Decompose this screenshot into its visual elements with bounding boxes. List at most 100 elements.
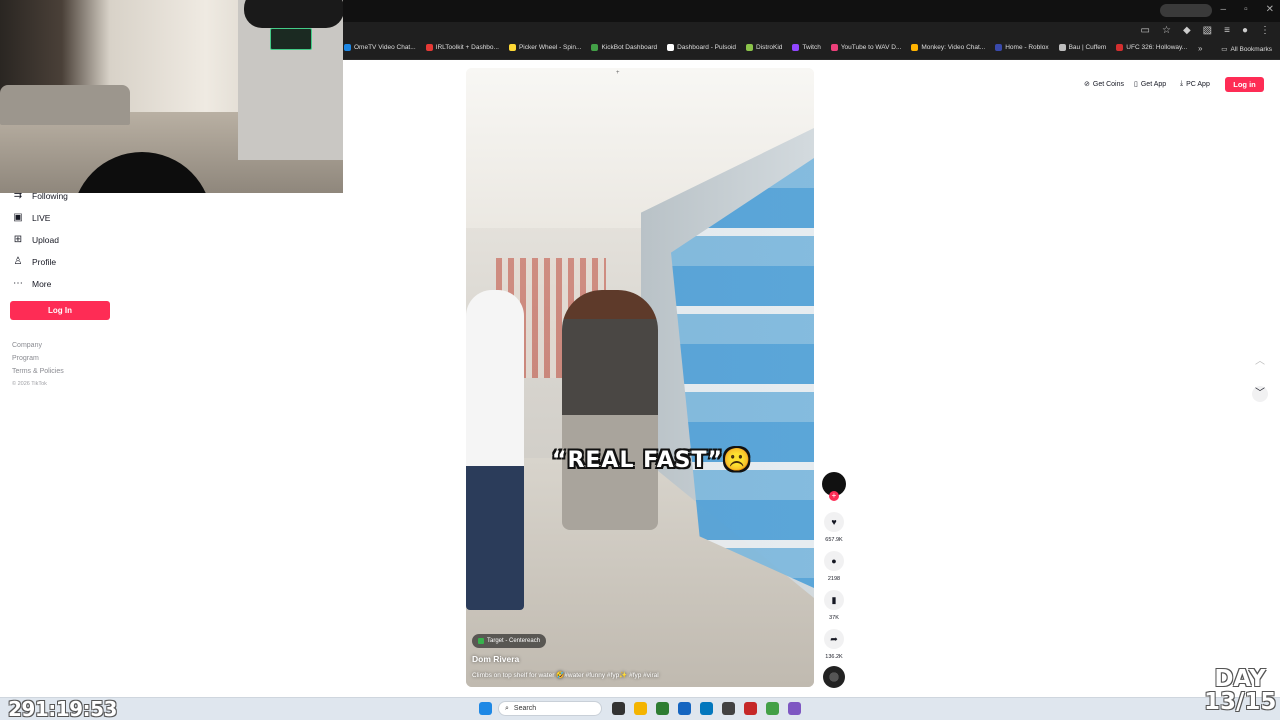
webcam-neon-sign bbox=[270, 28, 312, 50]
day-count: 13/15 bbox=[1204, 689, 1277, 715]
music-disc-avatar[interactable] bbox=[823, 666, 845, 688]
follow-plus-icon[interactable]: + bbox=[829, 491, 839, 501]
sidebar-item-label: More bbox=[32, 278, 52, 289]
puzzle-icon[interactable]: ▧ bbox=[1203, 25, 1212, 36]
bookmark-label: Bau | Cuffem bbox=[1068, 44, 1107, 51]
save-count: 37K bbox=[829, 615, 839, 621]
toolbar-icons: ▭ ☆ ◆ ▧ ≡ ● ⋮ bbox=[1141, 25, 1270, 36]
bookmark-favicon-icon bbox=[508, 44, 516, 51]
chrome-icon[interactable] bbox=[766, 702, 779, 715]
sidebar-item-live[interactable]: ▣ LIVE bbox=[12, 212, 50, 223]
footer-link[interactable]: Company bbox=[12, 342, 42, 349]
bookmark-favicon-icon bbox=[995, 44, 1003, 51]
sidebar-item-upload[interactable]: ⊞ Upload bbox=[12, 234, 59, 245]
video-caption-overlay: “REAL FAST”☹️ bbox=[552, 448, 752, 473]
windows-start-icon[interactable] bbox=[479, 702, 492, 715]
bookmark-icon: ▮ bbox=[831, 595, 837, 605]
maximize-icon[interactable]: ▫ bbox=[1244, 4, 1248, 15]
share-count: 136.2K bbox=[825, 654, 843, 660]
video-description: Climbs on top shelf for water 🤣#water #f… bbox=[472, 672, 659, 679]
video-player[interactable]: + “REAL FAST”☹️ Target - Centereach Dom … bbox=[466, 68, 814, 687]
bookmark-favicon-icon bbox=[667, 44, 675, 51]
bookmark-item[interactable]: YouTube to WAV D... bbox=[830, 44, 902, 51]
pc-app-label: PC App bbox=[1186, 80, 1210, 88]
heart-icon: ♥ bbox=[831, 517, 837, 527]
get-coins-button[interactable]: ⊘ Get Coins bbox=[1084, 80, 1124, 89]
webcam-overlay bbox=[0, 0, 343, 193]
taskbar-search[interactable]: ⌕ Search bbox=[498, 701, 602, 716]
more-icon: ⋯ bbox=[13, 278, 23, 289]
next-video-button[interactable]: ﹀ bbox=[1252, 386, 1268, 402]
copilot-icon[interactable] bbox=[634, 702, 647, 715]
copyright-text: © 2026 TikTok bbox=[12, 381, 47, 387]
sidebar-login-button[interactable]: Log In bbox=[10, 301, 110, 320]
previous-video-button[interactable]: ︿ bbox=[1252, 354, 1268, 370]
location-tag[interactable]: Target - Centereach bbox=[472, 634, 547, 648]
bookmark-favicon-icon bbox=[911, 44, 919, 51]
store-icon[interactable] bbox=[678, 702, 691, 715]
sidebar-item-label: Profile bbox=[32, 256, 57, 267]
app-red-icon[interactable] bbox=[744, 702, 757, 715]
bookmark-item[interactable]: Picker Wheel - Spin... bbox=[508, 44, 581, 51]
bookmark-item[interactable]: IRLToolkit + Dashbo... bbox=[425, 44, 499, 51]
profile-icon: ♙ bbox=[13, 256, 23, 267]
get-coins-label: Get Coins bbox=[1092, 80, 1124, 88]
avatar-icon[interactable]: ● bbox=[1242, 25, 1248, 36]
get-app-label: Get App bbox=[1140, 80, 1167, 88]
bookmark-item[interactable]: Twitch bbox=[792, 44, 821, 51]
footer-link[interactable]: Program bbox=[12, 355, 39, 362]
webcam-couch bbox=[0, 85, 130, 125]
mail-icon[interactable] bbox=[700, 702, 713, 715]
all-bookmarks-button[interactable]: ▭ All Bookmarks bbox=[1221, 45, 1272, 54]
close-icon[interactable]: ✕ bbox=[1266, 4, 1274, 15]
window-controls: – ▫ ✕ bbox=[1221, 4, 1275, 15]
bookmark-item[interactable]: UFC 326: Holloway... bbox=[1116, 44, 1187, 51]
browser-profile-pill[interactable] bbox=[1160, 4, 1212, 17]
extension-icon[interactable]: ◆ bbox=[1183, 25, 1191, 36]
bookmark-label: Twitch bbox=[802, 44, 821, 51]
sidebar-item-more[interactable]: ⋯ More bbox=[12, 278, 51, 289]
location-pin-icon bbox=[478, 638, 484, 644]
minimize-icon[interactable]: – bbox=[1221, 4, 1227, 15]
header-login-button[interactable]: Log in bbox=[1225, 77, 1264, 92]
bookmark-item[interactable]: Home - Roblox bbox=[995, 44, 1049, 51]
footer-link[interactable]: Terms & Policies bbox=[12, 368, 64, 375]
bookmark-item[interactable]: Monkey: Video Chat... bbox=[911, 44, 985, 51]
upload-icon: ⊞ bbox=[13, 234, 23, 245]
comment-button[interactable]: ● bbox=[824, 551, 844, 571]
bookmark-item[interactable]: KickBot Dashboard bbox=[591, 44, 657, 51]
bookmark-list: OmeTV Video Chat... IRLToolkit + Dashbo..… bbox=[344, 44, 1187, 51]
menu-icon[interactable]: ⋮ bbox=[1260, 25, 1270, 36]
bookmark-star-icon[interactable]: ☆ bbox=[1162, 25, 1171, 36]
bookmark-favicon-icon bbox=[1116, 44, 1124, 51]
sidebar-icon[interactable]: ≡ bbox=[1224, 25, 1230, 36]
video-author[interactable]: Dom Rivera bbox=[472, 654, 519, 664]
bookmark-label: Home - Roblox bbox=[1005, 44, 1049, 51]
sidebar-item-profile[interactable]: ♙ Profile bbox=[12, 256, 57, 267]
comment-icon: ● bbox=[831, 556, 837, 566]
get-app-button[interactable]: ▯ Get App bbox=[1134, 80, 1167, 89]
task-view-icon[interactable] bbox=[612, 702, 625, 715]
like-button[interactable]: ♥ bbox=[824, 512, 844, 532]
obs-icon[interactable] bbox=[722, 702, 735, 715]
all-bookmarks-label: All Bookmarks bbox=[1230, 45, 1272, 53]
folder-icon: ▭ bbox=[1221, 46, 1228, 53]
cast-icon[interactable]: ▭ bbox=[1141, 25, 1150, 36]
bookmark-item[interactable]: Bau | Cuffem bbox=[1058, 44, 1107, 51]
video-top-marker-icon: + bbox=[616, 70, 620, 76]
bookmark-label: UFC 326: Holloway... bbox=[1126, 44, 1188, 51]
bookmark-item[interactable]: DistroKid bbox=[746, 44, 782, 51]
webcam-logo-shape bbox=[244, 0, 343, 28]
bookmark-favicon-icon bbox=[1058, 44, 1066, 51]
bookmark-label: IRLToolkit + Dashbo... bbox=[435, 44, 499, 51]
save-button[interactable]: ▮ bbox=[824, 590, 844, 610]
bookmarks-overflow-icon[interactable]: » bbox=[1198, 44, 1202, 53]
bookmark-item[interactable]: OmeTV Video Chat... bbox=[344, 44, 416, 51]
app-purple-icon[interactable] bbox=[788, 702, 801, 715]
share-button[interactable]: ➦ bbox=[824, 629, 844, 649]
bookmark-label: YouTube to WAV D... bbox=[840, 44, 902, 51]
bookmark-label: KickBot Dashboard bbox=[601, 44, 658, 51]
bookmark-item[interactable]: Dashboard - Pulsoid bbox=[667, 44, 736, 51]
edge-icon[interactable] bbox=[656, 702, 669, 715]
pc-app-button[interactable]: ⤓ PC App bbox=[1180, 80, 1210, 88]
